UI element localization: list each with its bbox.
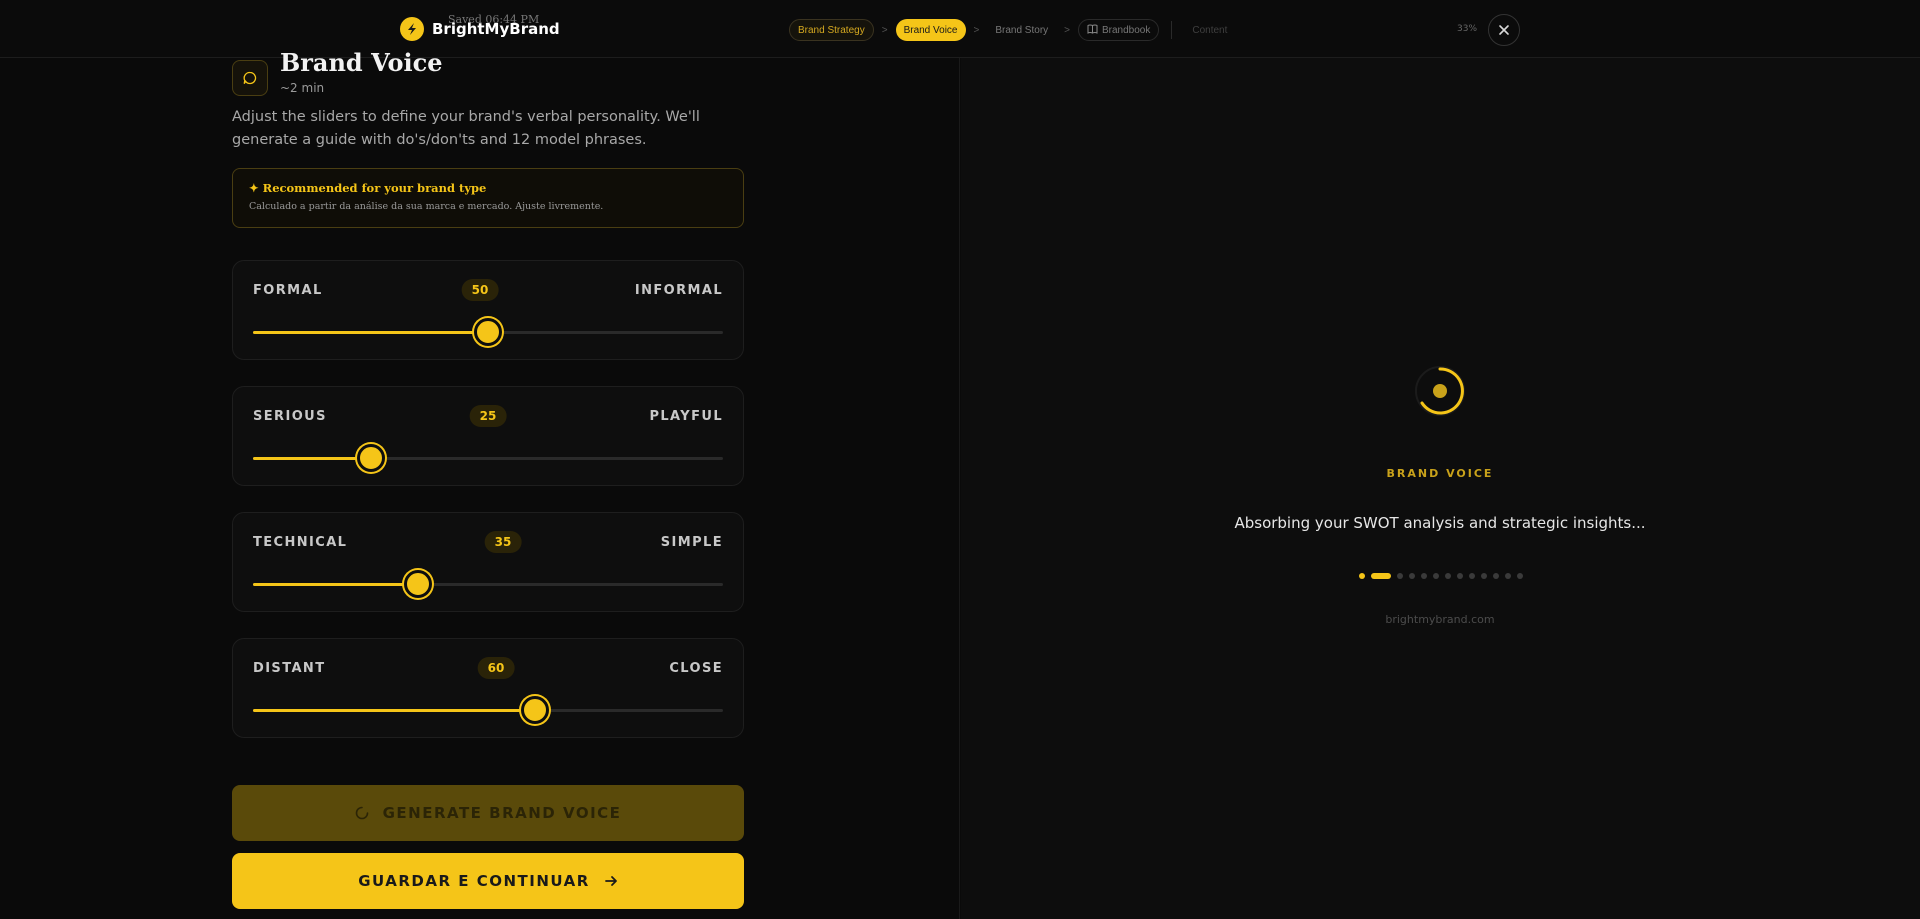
footer-url: brightmybrand.com [1385,613,1495,626]
step-separator: > [973,24,980,36]
arrow-right-icon [604,876,617,886]
step-brand-voice[interactable]: Brand Voice [895,19,966,41]
step-brandbook-label: Brandbook [1102,24,1151,36]
step-brand-story[interactable]: Brand Story [987,19,1056,41]
loading-dots [1359,573,1523,579]
slider-fill [253,457,371,460]
step-navigation: Brand Strategy > Brand Voice > Brand Sto… [789,19,1235,41]
progress-dot [1493,573,1499,579]
slider-left-label: DISTANT [253,661,326,676]
progress-dot [1445,573,1451,579]
page-title: Brand Voice [280,48,443,77]
slider-right-label: INFORMAL [634,283,723,298]
progress-percent: 33% [1457,24,1478,34]
step-separator: > [1064,24,1070,36]
step-separator: > [881,24,888,36]
recommendation-title: ✦ Recommended for your brand type [249,181,487,195]
editor-panel: Brand Voice ~2 min Adjust the sliders to… [0,48,960,919]
slider-right-label: PLAYFUL [649,409,723,424]
page-description: Adjust the sliders to define your brand'… [232,109,700,148]
brand-logo[interactable]: BrightMyBrand [400,17,560,41]
slider-fill [253,331,488,334]
progress-dot [1397,573,1403,579]
slider-track[interactable] [253,444,723,472]
step-brandbook[interactable]: Brandbook [1078,19,1160,41]
preview-section-label: BRAND VOICE [1386,467,1494,480]
step-brand-strategy[interactable]: Brand Strategy [789,19,874,41]
progress-dot [1457,573,1463,579]
progress-dot [1359,573,1365,579]
recommendation-box: ✦ Recommended for your brand type Calcul… [232,168,744,228]
progress-dot [1371,573,1391,579]
brand-name: BrightMyBrand [432,20,560,38]
preview-panel [961,58,1920,919]
progress-dot [1421,573,1427,579]
progress-dot [1409,573,1415,579]
progress-dot [1481,573,1487,579]
save-label: GUARDAR E CONTINUAR [358,872,590,890]
loading-spinner-icon [355,806,368,820]
generate-brand-voice-button[interactable]: GENERATE BRAND VOICE [232,785,744,841]
slider-left-label: FORMAL [253,283,323,298]
slider-thumb[interactable] [356,444,385,472]
save-and-continue-button[interactable]: GUARDAR E CONTINUAR [232,853,744,909]
slider-fill [253,583,418,586]
close-icon [1499,25,1509,35]
slider-value-badge: 35 [484,531,522,553]
slider-track[interactable] [253,318,723,346]
loading-status-text: Absorbing your SWOT analysis and strateg… [1234,514,1646,532]
slider-value-badge: 50 [461,279,499,301]
lightning-bolt-icon [400,17,424,41]
progress-dot [1469,573,1475,579]
divider [1171,21,1173,39]
slider-thumb[interactable] [521,696,549,724]
slider-value-badge: 25 [469,405,507,427]
page-header: Brand Voice ~2 min [232,48,443,96]
slider-thumb[interactable] [403,570,432,598]
slider-thumb[interactable] [474,318,502,346]
slider-left-label: SERIOUS [253,409,327,424]
slider-right-label: CLOSE [669,661,723,676]
generate-label: GENERATE BRAND VOICE [382,804,622,822]
slider-formal-informal: FORMAL 50 INFORMAL [232,260,744,360]
loading-spinner-icon [1415,366,1465,416]
slider-value-badge: 60 [477,657,515,679]
slider-left-label: TECHNICAL [253,535,348,550]
slider-fill [253,709,535,712]
slider-serious-playful: SERIOUS 25 PLAYFUL [232,386,744,486]
duration-estimate: ~2 min [280,81,325,95]
slider-track[interactable] [253,570,723,598]
slider-right-label: SIMPLE [660,535,723,550]
progress-dot [1505,573,1511,579]
book-icon [1087,24,1098,37]
close-button[interactable] [1488,14,1520,46]
slider-technical-simple: TECHNICAL 35 SIMPLE [232,512,744,612]
recommendation-subtitle: Calculado a partir da análise da sua mar… [249,201,604,212]
chat-bubble-icon [232,60,268,96]
progress-dot [1433,573,1439,579]
step-content: Content [1192,24,1228,36]
slider-distant-close: DISTANT 60 CLOSE [232,638,744,738]
slider-track[interactable] [253,696,723,724]
progress-dot [1517,573,1523,579]
